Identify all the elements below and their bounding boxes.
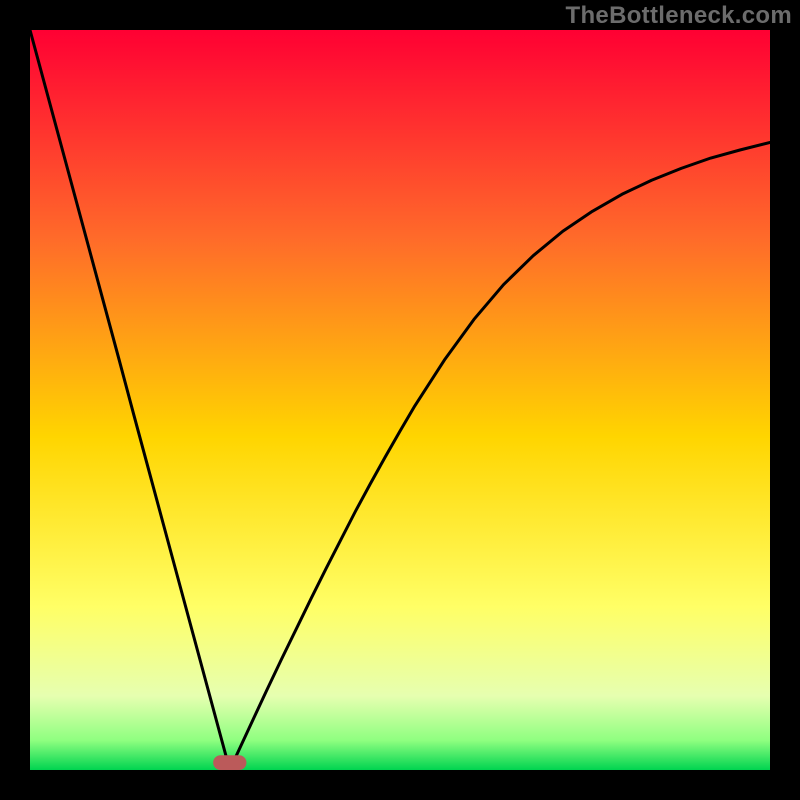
chart-svg bbox=[30, 30, 770, 770]
chart-frame: TheBottleneck.com bbox=[0, 0, 800, 800]
optimal-marker bbox=[213, 755, 246, 770]
watermark-text: TheBottleneck.com bbox=[566, 2, 792, 30]
plot-area bbox=[30, 30, 770, 770]
gradient-background bbox=[30, 30, 770, 770]
